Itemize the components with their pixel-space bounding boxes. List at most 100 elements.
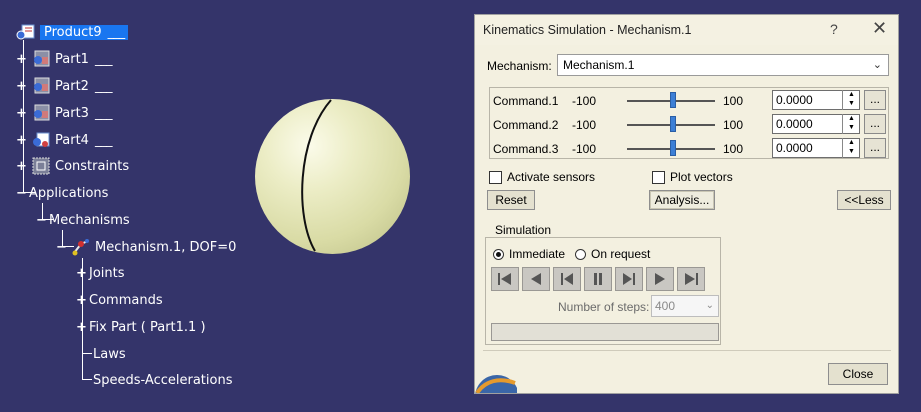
plot-vectors-checkbox[interactable]: Plot vectors bbox=[652, 170, 733, 184]
tree-node-label: Speeds-Accelerations bbox=[93, 372, 233, 388]
tree-connector bbox=[82, 379, 92, 380]
tree-node-label: Part4 bbox=[55, 132, 89, 148]
collapse-minus-icon[interactable]: − bbox=[56, 241, 67, 254]
tree-node-applications[interactable]: − Applications bbox=[16, 183, 108, 203]
tree-node-commands[interactable]: + Commands bbox=[76, 290, 163, 310]
reset-button[interactable]: Reset bbox=[487, 190, 535, 210]
close-button[interactable]: Close bbox=[828, 363, 888, 385]
tree-node-laws[interactable]: Laws bbox=[93, 344, 126, 364]
less-button[interactable]: <<Less bbox=[837, 190, 891, 210]
command-max: 100 bbox=[723, 118, 744, 132]
expand-plus-icon[interactable]: + bbox=[76, 294, 87, 307]
tree-node-joints[interactable]: + Joints bbox=[76, 263, 124, 283]
spin-down-icon[interactable]: ▼ bbox=[843, 147, 860, 156]
mechanism-select-value: Mechanism.1 bbox=[563, 58, 635, 72]
spin-up-icon[interactable]: ▲ bbox=[843, 90, 860, 99]
spin-up-icon[interactable]: ▲ bbox=[843, 138, 860, 147]
expand-plus-icon[interactable]: + bbox=[76, 267, 87, 280]
pause-button[interactable] bbox=[584, 267, 612, 291]
activate-sensors-checkbox[interactable]: Activate sensors bbox=[489, 170, 595, 184]
collapse-minus-icon[interactable]: − bbox=[36, 214, 47, 227]
command-label: Command.2 bbox=[493, 118, 559, 132]
tree-node-part1[interactable]: + Part1 ___ bbox=[16, 49, 112, 69]
tree-node-root-label: Product9 ___ bbox=[40, 24, 129, 40]
command-value: 0.0000 bbox=[776, 141, 813, 155]
tree-node-label: Part1 bbox=[55, 51, 89, 67]
tree-node-label: Mechanism.1, DOF=0 bbox=[95, 239, 237, 255]
checkbox-box[interactable] bbox=[652, 170, 665, 184]
sphere-model[interactable] bbox=[255, 99, 410, 254]
simulation-progress-bar bbox=[491, 323, 719, 341]
help-button[interactable]: ? bbox=[830, 21, 838, 37]
tree-node-part2[interactable]: + Part2 ___ bbox=[16, 76, 112, 96]
close-icon[interactable]: ✕ bbox=[872, 18, 887, 39]
command-spinner[interactable]: ▲ ▼ bbox=[842, 114, 860, 134]
tree-node-part4[interactable]: + Part4 ___ bbox=[16, 130, 112, 150]
command-slider-thumb[interactable] bbox=[670, 116, 676, 132]
jump-to-start-icon bbox=[498, 273, 511, 285]
step-forward-button[interactable] bbox=[615, 267, 643, 291]
command-slider-thumb[interactable] bbox=[670, 92, 676, 108]
tree-node-part3[interactable]: + Part3 ___ bbox=[16, 103, 112, 123]
tree-node-label: Constraints bbox=[55, 158, 130, 174]
tree-node-tail: ___ bbox=[94, 51, 112, 67]
tree-node-label: Part3 bbox=[55, 105, 89, 121]
part-icon bbox=[31, 50, 51, 68]
immediate-radio[interactable]: Immediate bbox=[493, 247, 565, 261]
tree-node-constraints[interactable]: + Constraints bbox=[16, 156, 129, 176]
command-value: 0.0000 bbox=[776, 117, 813, 131]
expand-plus-icon[interactable]: + bbox=[16, 107, 27, 120]
tree-node-mechanism[interactable]: − Mechanism.1, DOF=0 bbox=[56, 237, 236, 257]
on-request-radio[interactable]: On request bbox=[575, 247, 650, 261]
expand-plus-icon[interactable]: + bbox=[16, 134, 27, 147]
tree-node-mechanisms[interactable]: − Mechanisms bbox=[36, 210, 130, 230]
command-spinner[interactable]: ▲ ▼ bbox=[842, 138, 860, 158]
tree-node-fix-part[interactable]: + Fix Part ( Part1.1 ) bbox=[76, 317, 206, 337]
checkbox-box[interactable] bbox=[489, 170, 502, 184]
expand-plus-icon[interactable]: + bbox=[16, 53, 27, 66]
tree-node-speeds-accelerations[interactable]: Speeds-Accelerations bbox=[93, 370, 232, 390]
mechanism-icon bbox=[71, 238, 91, 256]
play-forward-button[interactable] bbox=[646, 267, 674, 291]
command-min: -100 bbox=[572, 142, 597, 156]
command-row: Command.1 -100 100 0.0000 ▲ ▼ ... bbox=[490, 89, 890, 111]
analysis-button[interactable]: Analysis... bbox=[649, 190, 715, 210]
command-slider-thumb[interactable] bbox=[670, 140, 676, 156]
checkbox-label: Plot vectors bbox=[670, 170, 733, 184]
spin-up-icon[interactable]: ▲ bbox=[843, 114, 860, 123]
product-icon bbox=[31, 131, 51, 149]
tree-node-label: Mechanisms bbox=[49, 212, 130, 228]
tree-node-label: Fix Part ( Part1.1 ) bbox=[89, 319, 206, 335]
radio-dot[interactable] bbox=[493, 248, 504, 260]
tree-node-tail: ___ bbox=[94, 132, 112, 148]
step-forward-icon bbox=[623, 273, 635, 285]
jump-to-end-icon bbox=[685, 273, 698, 285]
dialog-titlebar[interactable]: Kinematics Simulation - Mechanism.1 ? ✕ bbox=[475, 15, 898, 45]
command-spinner[interactable]: ▲ ▼ bbox=[842, 90, 860, 110]
radio-dot[interactable] bbox=[575, 248, 586, 260]
part-icon bbox=[31, 77, 51, 95]
collapse-minus-icon[interactable]: − bbox=[16, 187, 27, 200]
spin-down-icon[interactable]: ▼ bbox=[843, 99, 860, 108]
jump-to-start-button[interactable] bbox=[491, 267, 519, 291]
tree-node-root[interactable]: Product9 ___ bbox=[16, 22, 129, 42]
mechanism-select[interactable]: Mechanism.1 ⌄ bbox=[557, 54, 889, 76]
command-more-button[interactable]: ... bbox=[864, 138, 886, 158]
tree-node-tail: ___ bbox=[94, 78, 112, 94]
command-more-button[interactable]: ... bbox=[864, 90, 886, 110]
jump-to-end-button[interactable] bbox=[677, 267, 705, 291]
command-min: -100 bbox=[572, 118, 597, 132]
spin-down-icon[interactable]: ▼ bbox=[843, 123, 860, 132]
expand-plus-icon[interactable]: + bbox=[16, 80, 27, 93]
radio-label: Immediate bbox=[509, 247, 566, 261]
radio-label: On request bbox=[591, 247, 651, 261]
expand-plus-icon[interactable]: + bbox=[76, 321, 87, 334]
step-backward-icon bbox=[561, 273, 573, 285]
dialog-divider bbox=[483, 350, 891, 351]
globe-icon bbox=[475, 367, 517, 393]
command-row: Command.3 -100 100 0.0000 ▲ ▼ ... bbox=[490, 137, 890, 159]
play-backward-button[interactable] bbox=[522, 267, 550, 291]
command-more-button[interactable]: ... bbox=[864, 114, 886, 134]
expand-plus-icon[interactable]: + bbox=[16, 160, 27, 173]
step-backward-button[interactable] bbox=[553, 267, 581, 291]
